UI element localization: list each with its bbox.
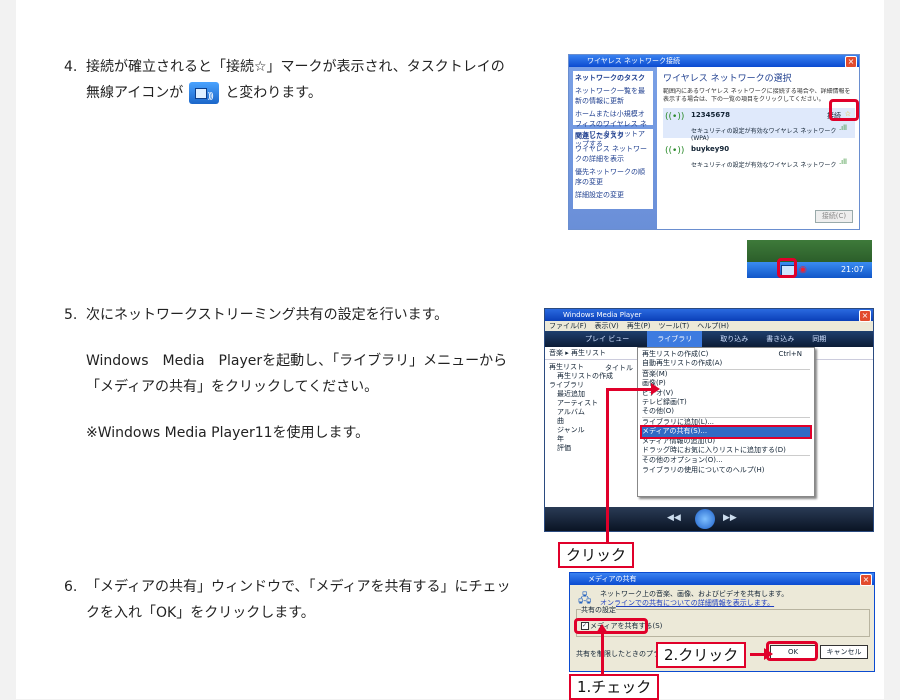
wireless-window-screenshot: ワイヤレス ネットワーク接続 × ネットワークのタスク ネットワーク一覧を最新の… xyxy=(568,54,860,230)
wifi-icon: ((•)) xyxy=(665,146,685,156)
step-number: 5. xyxy=(64,307,78,323)
red-arrow xyxy=(596,624,608,676)
highlight-box xyxy=(777,258,797,278)
close-icon: × xyxy=(860,574,872,586)
menubar: ファイル(F) 表示(V) 再生(P) ツール(T) ヘルプ(H) xyxy=(545,321,873,331)
menu-item[interactable]: その他(O) xyxy=(642,407,810,416)
menu-item[interactable]: 画像(P) xyxy=(642,379,810,388)
menu-item[interactable]: 再生リストの作成(C) Ctrl+N xyxy=(642,350,810,359)
check-callout: 1.チェック xyxy=(569,674,660,700)
step-4: 4. 接続が確立されると「接続☆」マークが表示され、タスクトレイの 無線アイコン… xyxy=(64,54,524,110)
menu-item[interactable]: メディア情報の追加(U) xyxy=(642,437,810,446)
click-callout: クリック xyxy=(558,542,635,568)
red-arrow xyxy=(750,648,773,660)
tab-sync[interactable]: 同期 xyxy=(812,331,826,347)
tree-item[interactable]: 最近追加 xyxy=(549,390,629,399)
step-6: 6. 「メディアの共有」ウィンドウで、「メディアを共有する」にチェッ クを入れ「… xyxy=(64,574,534,630)
tree-item[interactable]: 再生リストの作成 xyxy=(549,372,629,381)
network-row[interactable]: ((•)) 12345678 セキュリティの設定が有効なワイヤレス ネットワーク… xyxy=(663,108,855,142)
step-text: 無線アイコンがと変わります。 xyxy=(86,80,322,110)
clock: 21:07 xyxy=(840,265,864,274)
library-pane: 音楽 ▸ 再生リスト 再生リスト 再生リストの作成 ライブラリ 最近追加 アーテ… xyxy=(545,347,873,507)
tree-item[interactable]: アーティスト xyxy=(549,399,629,408)
menu-item[interactable]: ドラッグ時にお気に入りリストに追加する(D) xyxy=(642,446,810,455)
wifi-icon: ((•)) xyxy=(665,112,685,122)
step-text: 接続が確立されると「接続☆」マークが表示され、タスクトレイの xyxy=(86,59,505,75)
close-icon: × xyxy=(845,56,857,68)
tab-library[interactable]: ライブラリ xyxy=(647,331,703,347)
speaker-icon: ◉ xyxy=(799,265,807,275)
menu-item-media-sharing[interactable]: メディアの共有(S)... xyxy=(640,425,812,439)
taskbar-screenshot: ◉ 21:07 xyxy=(747,240,872,278)
click2-callout: 2.クリック xyxy=(656,642,747,668)
step-5: 5. 次にネットワークストリーミング共有の設定を行います。 Windows Me… xyxy=(64,302,534,482)
sidebar-item[interactable]: 詳細設定の変更 xyxy=(575,190,651,200)
task-sidebar: ネットワークのタスク ネットワーク一覧を最新の情報に更新 ホームまたは小規模オフ… xyxy=(569,67,657,229)
signal-icon: .ıll xyxy=(838,158,847,166)
menu-tools[interactable]: ツール(T) xyxy=(658,321,689,331)
tab-bar: プレイ ビュー ライブラリ 取り込み 書き込み 同期 xyxy=(545,331,873,347)
play-button[interactable] xyxy=(695,509,715,529)
tree-item[interactable]: 年 xyxy=(549,435,629,444)
red-arrow-line xyxy=(606,388,609,542)
page: 4. 接続が確立されると「接続☆」マークが表示され、タスクトレイの 無線アイコン… xyxy=(16,0,884,700)
network-row[interactable]: ((•)) buykey90 セキュリティの設定が有効なワイヤレス ネットワーク… xyxy=(663,142,855,172)
menu-view[interactable]: 表示(V) xyxy=(595,321,619,331)
step-text: Windows Media Playerを起動し、「ライブラリ」メニューから xyxy=(86,353,508,369)
transport-bar: ◀◀ ▶▶ xyxy=(545,507,873,531)
menu-item[interactable]: 音楽(M) xyxy=(642,368,810,379)
highlight-box xyxy=(766,641,818,661)
menu-help[interactable]: ヘルプ(H) xyxy=(697,321,729,331)
connect-button[interactable]: 接続(C) xyxy=(815,210,853,223)
tree-item[interactable]: ジャンル xyxy=(549,426,629,435)
tab-burn[interactable]: 書き込み xyxy=(766,331,794,347)
sidebar-item[interactable]: ワイヤレス ネットワークの詳細を表示 xyxy=(575,144,651,164)
window-titlebar: Windows Media Player × xyxy=(545,309,873,322)
wireless-tray-icon xyxy=(189,82,220,110)
menu-item[interactable]: その他のオプション(O)... xyxy=(642,455,810,465)
highlight-box xyxy=(829,99,859,121)
next-icon[interactable]: ▶▶ xyxy=(723,513,737,523)
red-arrow xyxy=(609,383,660,395)
highlight-box xyxy=(574,618,648,634)
sidebar-item[interactable]: ネットワーク一覧を最新の情報に更新 xyxy=(575,86,651,106)
wmp-screenshot: Windows Media Player × ファイル(F) 表示(V) 再生(… xyxy=(544,308,874,532)
tab-rip[interactable]: 取り込み xyxy=(720,331,748,347)
tree-item[interactable]: 曲 xyxy=(549,417,629,426)
library-menu: 再生リストの作成(C)Ctrl+N 自動再生リストの作成(A) 音楽(M) 画像… xyxy=(637,347,815,497)
window-titlebar: メディアの共有 × xyxy=(570,573,874,586)
library-tree: 再生リスト 再生リストの作成 ライブラリ 最近追加 アーティスト アルバム 曲 … xyxy=(549,363,629,453)
close-icon: × xyxy=(859,310,871,322)
tree-item[interactable]: アルバム xyxy=(549,408,629,417)
info-link[interactable]: オンラインでの共有についての詳細情報を表示します。 xyxy=(600,598,774,608)
menu-item[interactable]: ライブラリに追加(L)... xyxy=(642,416,810,427)
tab-now-playing[interactable]: プレイ ビュー xyxy=(585,331,629,347)
step-text: 次にネットワークストリーミング共有の設定を行います。 xyxy=(86,307,449,323)
menu-item[interactable]: 自動再生リストの作成(A) xyxy=(642,359,810,368)
step-number: 4. xyxy=(64,59,78,75)
sidebar-item[interactable]: 優先ネットワークの順序の変更 xyxy=(575,167,651,187)
step-text: クを入れ「OK」をクリックします。 xyxy=(86,605,315,621)
menu-item[interactable]: ビデオ(V) xyxy=(642,389,810,398)
previous-icon[interactable]: ◀◀ xyxy=(667,513,681,523)
panel-heading: ワイヤレス ネットワークの選択 xyxy=(663,74,792,84)
menu-play[interactable]: 再生(P) xyxy=(627,321,651,331)
tree-item[interactable]: 評価 xyxy=(549,444,629,453)
column-header: タイトル xyxy=(605,364,633,372)
step-text: 「メディアの共有」ウィンドウで、「メディアを共有する」にチェッ xyxy=(86,579,511,595)
step-number: 6. xyxy=(64,579,78,595)
menu-file[interactable]: ファイル(F) xyxy=(549,321,587,331)
window-titlebar: ワイヤレス ネットワーク接続 × xyxy=(569,55,859,68)
step-text: ※Windows Media Player11を使用します。 xyxy=(86,425,370,441)
cancel-button[interactable]: キャンセル xyxy=(820,645,868,659)
menu-item[interactable]: ライブラリの使用についてのヘルプ(H) xyxy=(642,466,810,475)
step-text: 「メディアの共有」をクリックしてください。 xyxy=(86,379,379,395)
signal-icon: .ıll xyxy=(838,124,847,132)
